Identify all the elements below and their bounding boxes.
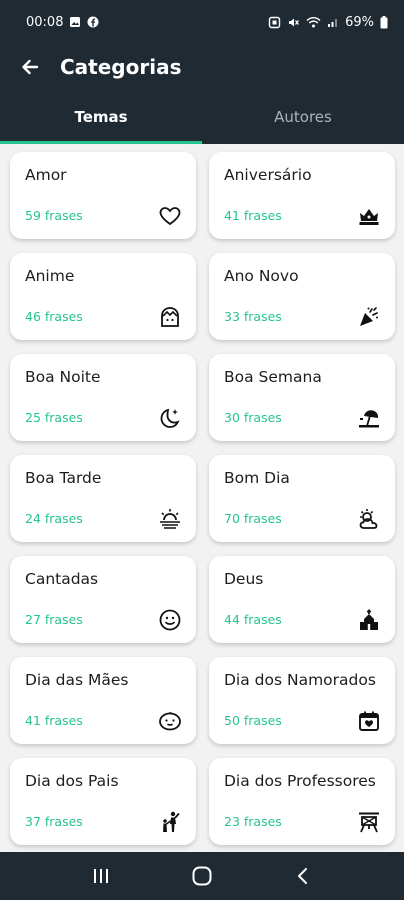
- back-button[interactable]: [0, 44, 60, 90]
- category-card-bom-dia[interactable]: Bom Dia 70 frases: [209, 455, 395, 542]
- category-count: 70 frases: [224, 511, 282, 526]
- category-card-amor[interactable]: Amor 59 frases: [10, 152, 196, 239]
- status-bar: 00:08 69%: [0, 0, 404, 44]
- category-count: 23 frases: [224, 814, 282, 829]
- category-count: 30 frases: [224, 410, 282, 425]
- category-name: Cantadas: [25, 570, 99, 588]
- status-time: 00:08: [26, 14, 64, 30]
- arrow-left-icon: [22, 59, 39, 75]
- sunset-icon: [158, 507, 182, 531]
- category-card-ano-novo[interactable]: Ano Novo 33 frases: [209, 253, 395, 340]
- home-icon: [192, 866, 212, 886]
- category-name: Boa Semana: [224, 368, 322, 386]
- category-count: 59 frases: [25, 208, 83, 223]
- tab-temas[interactable]: Temas: [0, 90, 202, 144]
- category-count: 33 frases: [224, 309, 282, 324]
- category-count: 41 frases: [224, 208, 282, 223]
- category-card-dia-dos-professores[interactable]: Dia dos Professores 23 frases: [209, 758, 395, 845]
- category-card-dia-dos-namorados[interactable]: Dia dos Namorados 50 frases: [209, 657, 395, 744]
- category-count: 27 frases: [25, 612, 83, 627]
- crown-icon: [357, 204, 381, 228]
- calendar-heart-icon: [357, 709, 381, 733]
- category-name: Ano Novo: [224, 267, 299, 285]
- gallery-notification-icon: [69, 16, 81, 28]
- easel-icon: [357, 810, 381, 834]
- category-name: Amor: [25, 166, 67, 184]
- category-grid: Amor 59 frases Aniversário 41 frases Ani…: [10, 152, 396, 845]
- category-name: Anime: [25, 267, 75, 285]
- category-count: 44 frases: [224, 612, 282, 627]
- tab-autores[interactable]: Autores: [202, 90, 404, 144]
- category-name: Aniversário: [224, 166, 312, 184]
- baby-face-icon: [158, 709, 182, 733]
- category-count: 25 frases: [25, 410, 83, 425]
- home-button[interactable]: [182, 856, 222, 896]
- page-title: Categorias: [60, 55, 182, 79]
- category-name: Dia dos Professores: [224, 772, 376, 790]
- mute-icon: [287, 16, 300, 29]
- category-name: Deus: [224, 570, 264, 588]
- back-nav-button[interactable]: [283, 856, 323, 896]
- moon-star-icon: [158, 406, 182, 430]
- smile-icon: [158, 608, 182, 632]
- status-right: 69%: [268, 15, 388, 30]
- category-name: Dia dos Pais: [25, 772, 119, 790]
- status-left: 00:08: [26, 15, 99, 30]
- sun-cloud-icon: [357, 507, 381, 531]
- battery-percent: 69%: [345, 14, 374, 30]
- wifi-icon: [306, 16, 321, 29]
- category-card-deus[interactable]: Deus 44 frases: [209, 556, 395, 643]
- category-count: 37 frases: [25, 814, 83, 829]
- recent-apps-button[interactable]: [81, 856, 121, 896]
- category-name: Boa Noite: [25, 368, 101, 386]
- category-name: Dia dos Namorados: [224, 671, 376, 689]
- recent-apps-icon: [93, 869, 108, 883]
- category-card-cantadas[interactable]: Cantadas 27 frases: [10, 556, 196, 643]
- father-child-icon: [158, 810, 182, 834]
- category-count: 41 frases: [25, 713, 83, 728]
- anime-face-icon: [158, 305, 182, 329]
- category-card-boa-semana[interactable]: Boa Semana 30 frases: [209, 354, 395, 441]
- category-count: 24 frases: [25, 511, 83, 526]
- alarm-icon: [268, 16, 281, 29]
- chevron-left-icon: [298, 868, 308, 884]
- category-name: Dia das Mães: [25, 671, 129, 689]
- church-icon: [357, 608, 381, 632]
- signal-icon: [327, 16, 339, 28]
- system-nav-bar: [0, 852, 404, 900]
- category-count: 50 frases: [224, 713, 282, 728]
- category-card-boa-noite[interactable]: Boa Noite 25 frases: [10, 354, 196, 441]
- beach-umbrella-icon: [357, 406, 381, 430]
- party-popper-icon: [357, 305, 381, 329]
- category-name: Boa Tarde: [25, 469, 102, 487]
- category-card-boa-tarde[interactable]: Boa Tarde 24 frases: [10, 455, 196, 542]
- category-card-aniversario[interactable]: Aniversário 41 frases: [209, 152, 395, 239]
- category-card-dia-dos-pais[interactable]: Dia dos Pais 37 frases: [10, 758, 196, 845]
- category-name: Bom Dia: [224, 469, 290, 487]
- heart-icon: [158, 204, 182, 228]
- category-card-anime[interactable]: Anime 46 frases: [10, 253, 196, 340]
- battery-icon: [380, 15, 388, 29]
- tab-bar: Temas Autores: [0, 90, 404, 144]
- facebook-notification-icon: [87, 16, 99, 28]
- category-card-dia-das-maes[interactable]: Dia das Mães 41 frases: [10, 657, 196, 744]
- category-count: 46 frases: [25, 309, 83, 324]
- app-bar: Categorias: [0, 44, 404, 90]
